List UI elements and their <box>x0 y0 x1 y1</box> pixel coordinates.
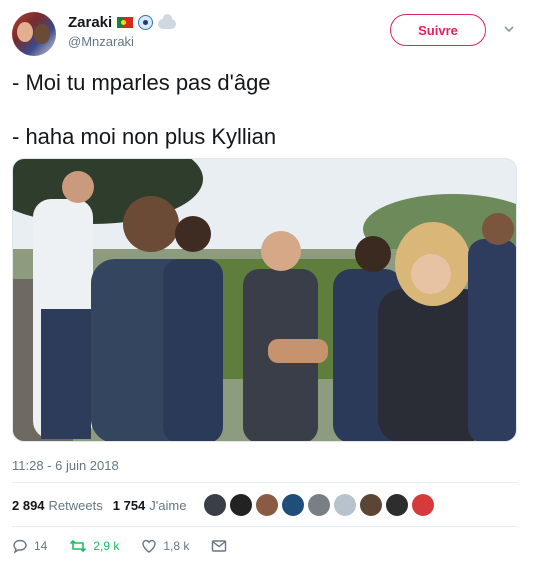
retweet-icon <box>70 540 87 552</box>
eye-icon <box>138 15 154 30</box>
tweet-line-1: - Moi tu mparles pas d'âge <box>12 70 271 95</box>
tweet-timestamp[interactable]: 11:28 - 6 juin 2018 <box>12 458 119 473</box>
cloud-icon <box>158 14 177 29</box>
tweet-line-2: - haha moi non plus Kyllian <box>12 124 277 149</box>
liker-avatar[interactable] <box>334 494 357 516</box>
reply-icon <box>13 539 27 554</box>
tweet-header: Zaraki @Mnzaraki Suivre <box>12 10 525 60</box>
follow-button[interactable]: Suivre <box>390 14 486 46</box>
liker-avatar[interactable] <box>360 494 383 516</box>
liker-avatar[interactable] <box>256 494 279 516</box>
avatar[interactable] <box>12 12 56 56</box>
likes-label[interactable]: J'aime <box>149 498 186 513</box>
divider-top <box>12 482 517 483</box>
photo-scene <box>13 159 516 441</box>
retweets-count[interactable]: 2 894 <box>12 498 45 513</box>
portugal-flag-icon <box>117 17 134 28</box>
liker-avatars <box>204 494 435 516</box>
like-count: 1,8 k <box>163 539 190 553</box>
user-handle[interactable]: @Mnzaraki <box>68 34 134 49</box>
tweet-photo[interactable] <box>12 158 517 442</box>
tweet-text: - Moi tu mparles pas d'âge - haha moi no… <box>12 68 512 152</box>
display-name[interactable]: Zaraki <box>68 14 112 31</box>
liker-avatar[interactable] <box>386 494 409 516</box>
tweet-stats: 2 894 Retweets 1 754 J'aime <box>12 491 435 519</box>
liker-avatar[interactable] <box>282 494 305 516</box>
name-row: Zaraki <box>68 14 177 31</box>
liker-avatar[interactable] <box>412 494 435 516</box>
reply-action[interactable]: 14 <box>12 538 47 554</box>
avatar-face-right <box>34 24 50 44</box>
chevron-down-icon[interactable] <box>502 22 516 36</box>
message-action[interactable] <box>211 539 227 553</box>
likes-count[interactable]: 1 754 <box>113 498 146 513</box>
liker-avatar[interactable] <box>204 494 227 516</box>
retweet-action[interactable]: 2,9 k <box>69 538 119 554</box>
liker-avatar[interactable] <box>308 494 331 516</box>
avatar-face-left <box>17 22 33 42</box>
liker-avatar[interactable] <box>230 494 253 516</box>
retweets-label[interactable]: Retweets <box>49 498 103 513</box>
tweet-actions: 14 2,9 k 1,8 k <box>12 538 249 554</box>
envelope-icon <box>212 540 227 552</box>
retweet-count: 2,9 k <box>93 539 120 553</box>
like-action[interactable]: 1,8 k <box>141 538 189 554</box>
heart-icon <box>142 539 157 553</box>
reply-count: 14 <box>34 539 48 553</box>
divider-bottom <box>12 526 517 527</box>
